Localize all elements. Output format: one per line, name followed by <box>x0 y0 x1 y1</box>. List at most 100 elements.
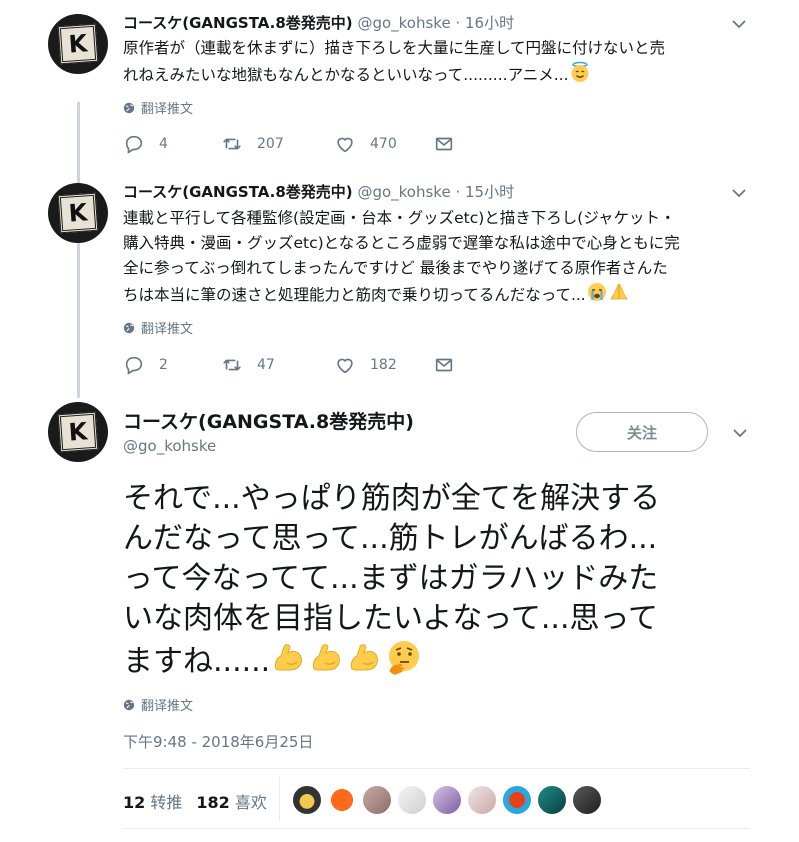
reply-icon <box>123 133 145 155</box>
main-text-line: って今なってて...まずはガラハッドみた <box>123 561 659 596</box>
tweet-stats: 12 转推 182 喜欢 <box>123 789 267 813</box>
liker-avatar[interactable] <box>327 785 357 815</box>
direct-message-button[interactable] <box>433 133 455 155</box>
reply-count: 4 <box>159 136 168 152</box>
loudly-crying-face-icon <box>587 283 606 301</box>
like-count: 470 <box>370 136 397 152</box>
author-handle[interactable]: @go_kohske <box>357 183 450 201</box>
author-name[interactable]: コースケ(GANGSTA.8巻発売中) <box>123 14 353 32</box>
heart-icon <box>334 354 356 376</box>
tweet-text-line-content: ちは本当に筆の速さと処理能力と筋肉で乗り切ってるんだなって... <box>123 286 586 304</box>
main-text-line: それで...やっぱり筋肉が全てを解決する <box>123 481 661 516</box>
main-tweet-text: それで...やっぱり筋肉が全てを解決する んだなって思って...筋トレがんばるわ… <box>123 479 743 682</box>
heart-icon <box>334 133 356 155</box>
smiling-face-with-halo-icon <box>571 61 589 82</box>
avatar[interactable]: K <box>48 14 108 74</box>
reply-button[interactable]: 4 <box>123 133 221 155</box>
main-text-line: いな肉体を目指したいよなって...思って <box>123 601 659 636</box>
avatar-k-logo: K <box>57 411 99 453</box>
separator-dot: · <box>455 183 461 201</box>
envelope-icon <box>433 354 455 376</box>
reply-count: 2 <box>159 357 168 373</box>
divider <box>123 768 750 769</box>
tweet-header: コースケ(GANGSTA.8巻発売中) @go_kohske · 16小时 <box>123 12 514 33</box>
tweet-actions: 4 207 470 <box>123 133 455 155</box>
chevron-down-icon[interactable] <box>730 15 748 33</box>
chevron-down-icon[interactable] <box>731 424 749 442</box>
tweet-1[interactable]: K コースケ(GANGSTA.8巻発売中) @go_kohske · 16小时 … <box>0 12 799 172</box>
author-handle[interactable]: @go_kohske <box>357 14 450 32</box>
retweet-icon <box>221 133 243 155</box>
main-text-line: ますね...... <box>123 639 743 682</box>
liker-avatar[interactable] <box>432 785 462 815</box>
tweet-text: 原作者が（連載を休まずに）描き下ろしを大量に生産して円盤に付けないと売 れねえみ… <box>123 36 665 88</box>
like-stat-label: 喜欢 <box>234 793 267 812</box>
avatar-k-logo: K <box>57 23 99 65</box>
tweet-text-line: 連載と平行して各種監修(設定画・台本・グッズetc)と描き下ろし(ジャケット・ <box>123 209 676 227</box>
tweet-text-line: 全に参ってぶっ倒れてしまったんですけど 最後までやり遂げてる原作者さんた <box>123 259 668 277</box>
liker-avatar[interactable] <box>467 785 497 815</box>
retweet-stat-label: 转推 <box>150 793 183 812</box>
liker-avatar[interactable] <box>502 785 532 815</box>
follow-button[interactable]: 关注 <box>576 412 708 452</box>
like-count: 182 <box>370 357 397 373</box>
stats-divider <box>279 777 280 821</box>
translate-label: 翻译推文 <box>141 322 194 337</box>
flexed-biceps-icon <box>275 644 303 671</box>
main-avatar[interactable]: K <box>48 402 108 462</box>
divider <box>123 828 750 829</box>
liker-avatar[interactable] <box>537 785 567 815</box>
tweet-time[interactable]: 15小时 <box>465 183 514 201</box>
main-author-name[interactable]: コースケ(GANGSTA.8巻発売中) <box>123 407 414 434</box>
chevron-down-icon[interactable] <box>730 184 748 202</box>
translate-tweet-link[interactable]: 翻译推文 <box>123 318 193 337</box>
reply-button[interactable]: 2 <box>123 354 221 376</box>
tweet-time[interactable]: 16小时 <box>465 14 514 32</box>
tweet-text-line: れねえみたいな地獄もなんとかなるといいなって.........アニメ... <box>123 61 665 88</box>
liker-avatar[interactable] <box>572 785 602 815</box>
liker-avatar[interactable] <box>292 785 322 815</box>
tweet-header: コースケ(GANGSTA.8巻発売中) @go_kohske · 15小时 <box>123 181 514 202</box>
folded-hands-icon <box>610 283 628 300</box>
like-button[interactable]: 470 <box>334 133 433 155</box>
retweet-button[interactable]: 207 <box>221 133 334 155</box>
flexed-biceps-icon <box>351 644 379 671</box>
tweet-text-line-content: れねえみたいな地獄もなんとかなるといいなって.........アニメ... <box>123 66 569 84</box>
reply-icon <box>123 354 145 376</box>
tweet-text-line: 原作者が（連載を休まずに）描き下ろしを大量に生産して円盤に付けないと売 <box>123 39 666 57</box>
thinking-face-icon <box>389 641 420 675</box>
retweet-stat-count: 12 <box>123 793 146 812</box>
retweet-count: 207 <box>257 136 284 152</box>
separator-dot: · <box>455 14 461 32</box>
avatar[interactable]: K <box>48 183 108 243</box>
globe-icon <box>123 322 135 334</box>
like-button[interactable]: 182 <box>334 354 433 376</box>
author-name[interactable]: コースケ(GANGSTA.8巻発売中) <box>123 183 353 201</box>
retweet-icon <box>221 354 243 376</box>
like-stat-count: 182 <box>196 793 230 812</box>
flexed-biceps-icon <box>313 644 341 671</box>
translate-label: 翻译推文 <box>141 699 194 714</box>
tweet-2[interactable]: K コースケ(GANGSTA.8巻発売中) @go_kohske · 15小时 … <box>0 181 799 391</box>
globe-icon <box>123 699 135 711</box>
main-author-handle[interactable]: @go_kohske <box>123 437 216 455</box>
tweet-text-line: ちは本当に筆の速さと処理能力と筋肉で乗り切ってるんだなって... <box>123 281 680 308</box>
tweet-text-line: 購入特典・漫画・グッズetc)となるところ虚弱で遅筆な私は途中で心身ともに完 <box>123 234 680 252</box>
translate-label: 翻译推文 <box>141 102 194 117</box>
retweet-stat[interactable]: 12 转推 <box>123 789 182 813</box>
liker-avatar[interactable] <box>362 785 392 815</box>
direct-message-button[interactable] <box>433 354 455 376</box>
globe-icon <box>123 102 135 114</box>
envelope-icon <box>433 133 455 155</box>
liker-avatar[interactable] <box>397 785 427 815</box>
avatar-k-logo: K <box>57 192 99 234</box>
translate-tweet-link[interactable]: 翻译推文 <box>123 695 193 714</box>
translate-tweet-link[interactable]: 翻译推文 <box>123 98 193 117</box>
liker-avatars <box>292 785 602 815</box>
retweet-count: 47 <box>257 357 275 373</box>
like-stat[interactable]: 182 喜欢 <box>196 789 267 813</box>
retweet-button[interactable]: 47 <box>221 354 334 376</box>
main-text-line: んだなって思って...筋トレがんばるわ... <box>123 521 658 556</box>
tweet-actions: 2 47 182 <box>123 354 455 376</box>
tweet-timestamp[interactable]: 下午9:48 - 2018年6月25日 <box>123 731 313 752</box>
